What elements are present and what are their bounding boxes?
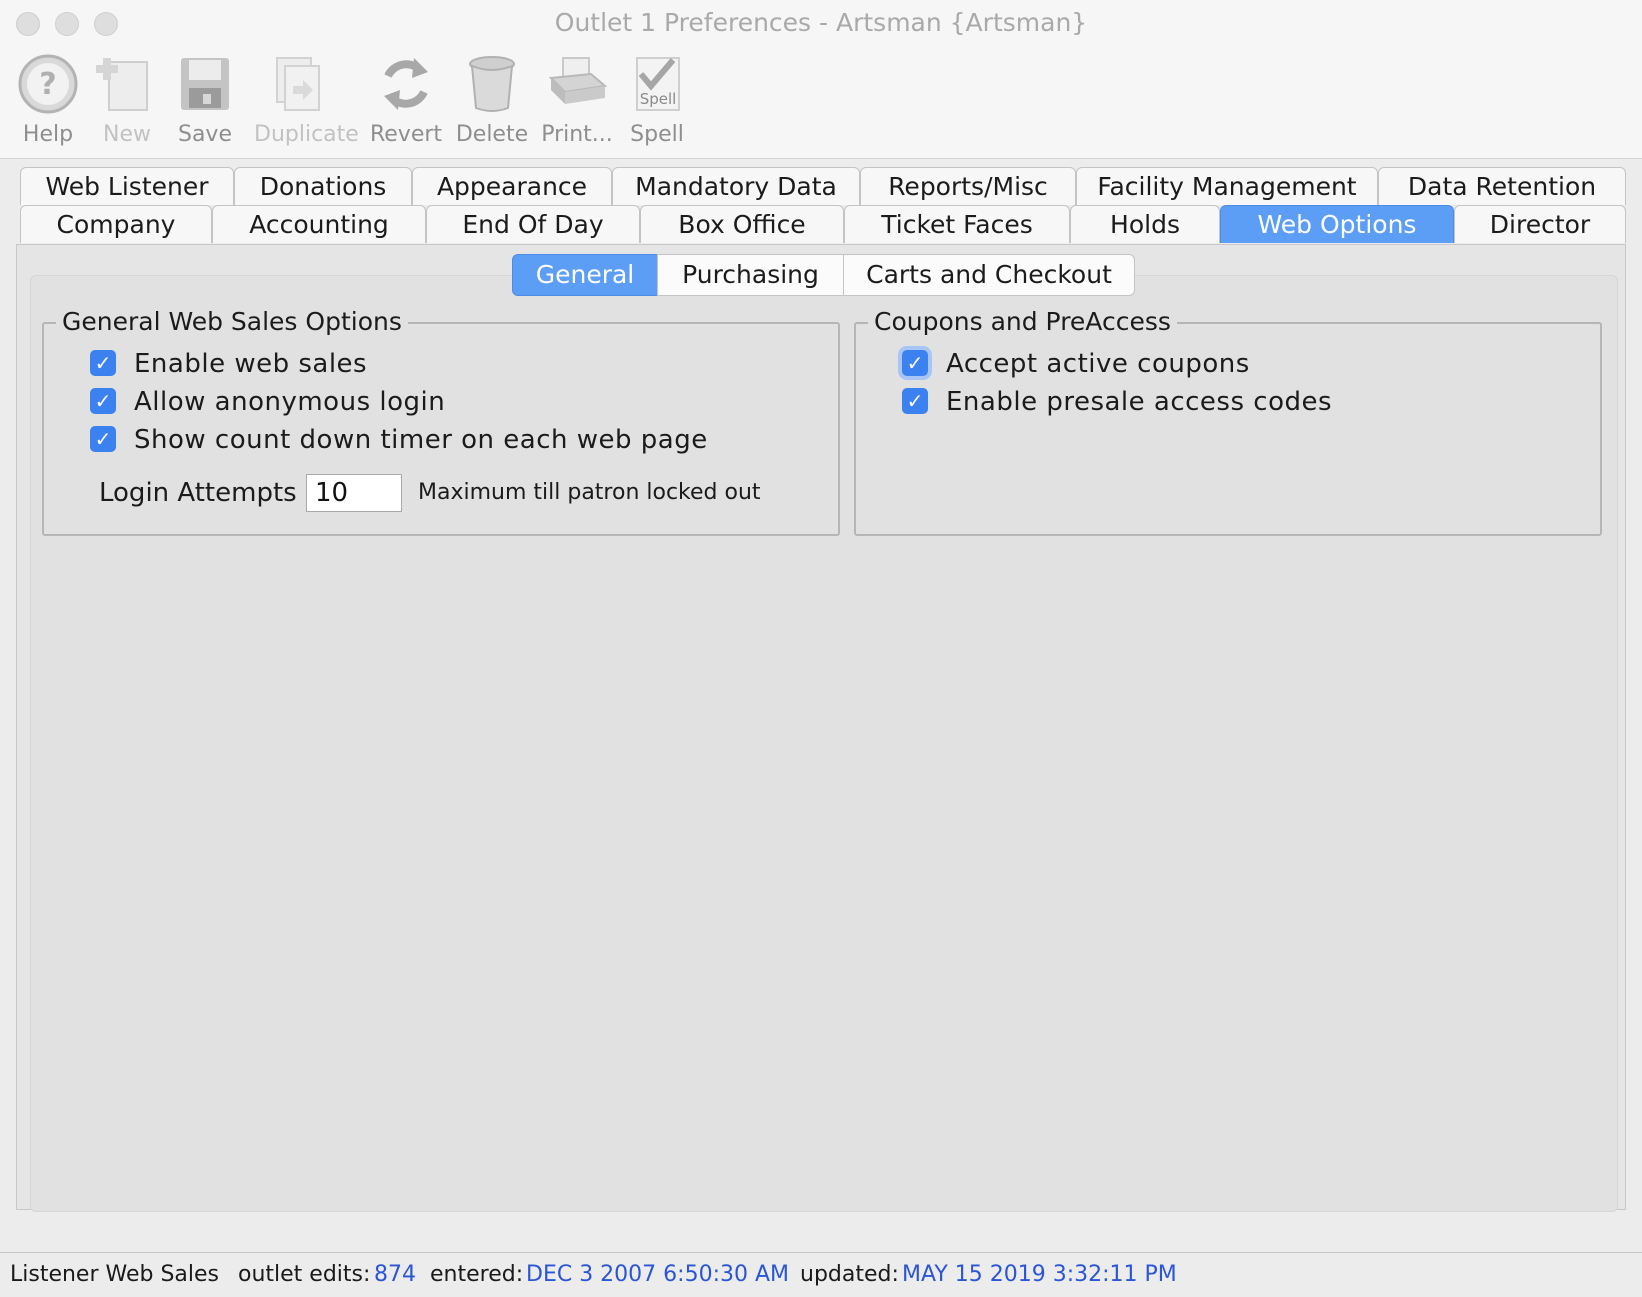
printer-icon xyxy=(548,57,608,104)
save-disk-icon xyxy=(181,58,229,110)
entered-label: entered: xyxy=(430,1262,524,1287)
new-button[interactable]: New xyxy=(86,52,168,150)
entered-value: DEC 3 2007 6:50:30 AM xyxy=(526,1262,790,1287)
coupons-preaccess-group: Coupons and PreAccess ✓ Accept active co… xyxy=(854,307,1602,536)
tab-end-of-day[interactable]: End Of Day xyxy=(426,205,640,243)
status-listener: Listener Web Sales xyxy=(10,1262,220,1287)
tab-holds[interactable]: Holds xyxy=(1070,205,1220,243)
checkmark-icon: ✓ xyxy=(902,350,928,376)
duplicate-icon xyxy=(276,57,320,111)
svg-text:Spell: Spell xyxy=(640,90,677,108)
tab-director[interactable]: Director xyxy=(1454,205,1626,243)
subtab-purchasing[interactable]: Purchasing xyxy=(657,254,844,296)
outlet-edits-label: outlet edits: xyxy=(238,1262,371,1287)
revert-button[interactable]: Revert xyxy=(365,52,447,150)
tab-web-listener[interactable]: Web Listener xyxy=(20,167,234,205)
updated-value: MAY 15 2019 3:32:11 PM xyxy=(902,1262,1177,1287)
tab-appearance[interactable]: Appearance xyxy=(412,167,612,205)
tab-ticket-faces[interactable]: Ticket Faces xyxy=(844,205,1070,243)
subtab-carts-checkout[interactable]: Carts and Checkout xyxy=(843,254,1135,296)
general-web-sales-group: General Web Sales Options ✓ Enable web s… xyxy=(42,307,840,536)
trash-can-icon xyxy=(469,56,515,112)
svg-text:?: ? xyxy=(39,67,56,102)
status-bar: Listener Web Sales outlet edits: 874 ent… xyxy=(0,1252,1642,1297)
help-icon: ? xyxy=(18,54,78,114)
outlet-edits-value: 874 xyxy=(374,1262,416,1287)
tab-accounting[interactable]: Accounting xyxy=(212,205,426,243)
login-attempts-label: Login Attempts xyxy=(99,478,297,508)
general-web-sales-title: General Web Sales Options xyxy=(56,307,408,337)
login-attempts-hint: Maximum till patron locked out xyxy=(418,480,761,505)
revert-icon xyxy=(384,58,428,110)
title-toolbar-area: Outlet 1 Preferences - Artsman {Artsman}… xyxy=(0,0,1642,159)
tab-company[interactable]: Company xyxy=(20,205,212,243)
help-button[interactable]: ? Help xyxy=(7,52,89,150)
checkmark-icon: ✓ xyxy=(90,388,116,414)
tab-mandatory-data[interactable]: Mandatory Data xyxy=(612,167,860,205)
tab-web-options[interactable]: Web Options xyxy=(1220,205,1454,243)
delete-button[interactable]: Delete xyxy=(451,52,533,150)
window-title: Outlet 1 Preferences - Artsman {Artsman} xyxy=(554,8,1088,37)
preferences-window: Outlet 1 Preferences - Artsman {Artsman}… xyxy=(0,0,1642,1297)
spell-check-icon: Spell xyxy=(636,57,680,111)
tab-reports-misc[interactable]: Reports/Misc xyxy=(860,167,1076,205)
spell-button[interactable]: Spell Spell xyxy=(616,52,698,150)
checkmark-icon: ✓ xyxy=(902,388,928,414)
tab-donations[interactable]: Donations xyxy=(234,167,412,205)
coupons-preaccess-title: Coupons and PreAccess xyxy=(868,307,1177,337)
save-button[interactable]: Save xyxy=(164,52,246,150)
updated-label: updated: xyxy=(800,1262,899,1287)
checkmark-icon: ✓ xyxy=(90,426,116,452)
print-button[interactable]: Print... xyxy=(536,52,618,150)
duplicate-button[interactable]: Duplicate xyxy=(254,52,359,150)
checkmark-icon: ✓ xyxy=(90,350,116,376)
new-document-icon xyxy=(96,58,148,111)
tab-data-retention[interactable]: Data Retention xyxy=(1378,167,1626,205)
subtab-general[interactable]: General xyxy=(512,254,658,296)
tab-facility-management[interactable]: Facility Management xyxy=(1076,167,1378,205)
login-attempts-input[interactable] xyxy=(306,474,402,512)
tab-box-office[interactable]: Box Office xyxy=(640,205,844,243)
